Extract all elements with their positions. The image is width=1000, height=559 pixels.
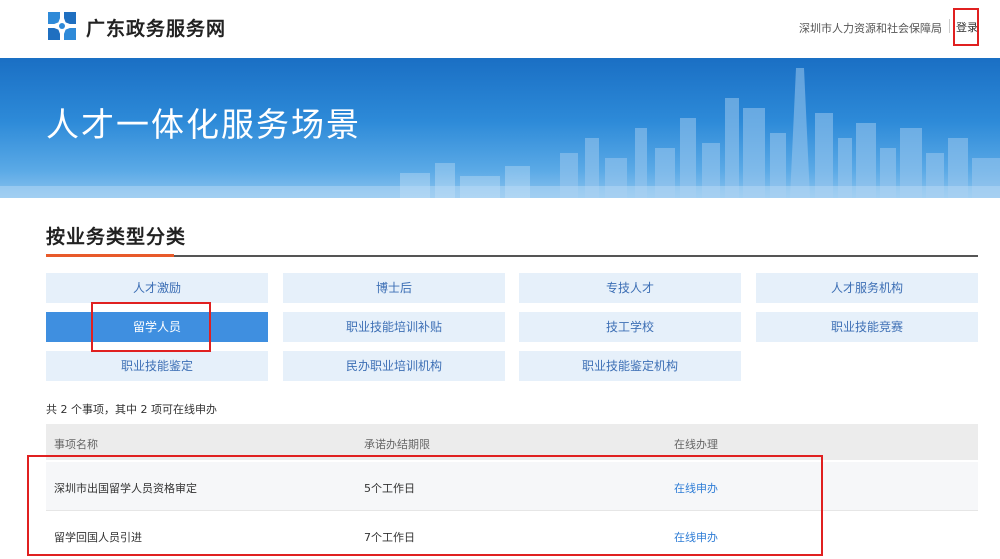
column-header-deadline: 承诺办结期限 xyxy=(364,438,430,451)
section-title: 按业务类型分类 xyxy=(46,226,187,248)
category-highlight-box xyxy=(91,302,211,352)
category-postdoc[interactable]: 博士后 xyxy=(283,273,505,303)
category-skill-training-subsidy[interactable]: 职业技能培训补贴 xyxy=(283,312,505,342)
table-highlight-box xyxy=(27,455,823,556)
site-header: 广东政务服务网 深圳市人力资源和社会保障局 登录 xyxy=(0,0,1000,58)
category-talent-incentive[interactable]: 人才激励 xyxy=(46,273,268,303)
department-name: 深圳市人力资源和社会保障局 xyxy=(799,22,942,35)
login-highlight-box xyxy=(953,8,979,46)
category-private-training-agency[interactable]: 民办职业培训机构 xyxy=(283,351,505,381)
section-divider xyxy=(46,255,978,257)
column-header-online: 在线办理 xyxy=(674,438,718,451)
section-accent-bar xyxy=(46,254,174,257)
category-talent-service-agency[interactable]: 人才服务机构 xyxy=(756,273,978,303)
banner-title: 人才一体化服务场景 xyxy=(46,105,361,144)
category-skill-competition[interactable]: 职业技能竞赛 xyxy=(756,312,978,342)
column-header-item-name: 事项名称 xyxy=(54,438,98,451)
results-summary: 共 2 个事项，其中 2 项可在线申办 xyxy=(46,403,217,416)
banner: 人才一体化服务场景 xyxy=(0,58,1000,198)
category-skill-appraisal-agency[interactable]: 职业技能鉴定机构 xyxy=(519,351,741,381)
header-divider xyxy=(949,19,950,33)
category-professional-talent[interactable]: 专技人才 xyxy=(519,273,741,303)
site-title[interactable]: 广东政务服务网 xyxy=(86,14,226,41)
guangdong-logo-icon[interactable] xyxy=(46,10,78,42)
category-skill-appraisal[interactable]: 职业技能鉴定 xyxy=(46,351,268,381)
category-technical-school[interactable]: 技工学校 xyxy=(519,312,741,342)
